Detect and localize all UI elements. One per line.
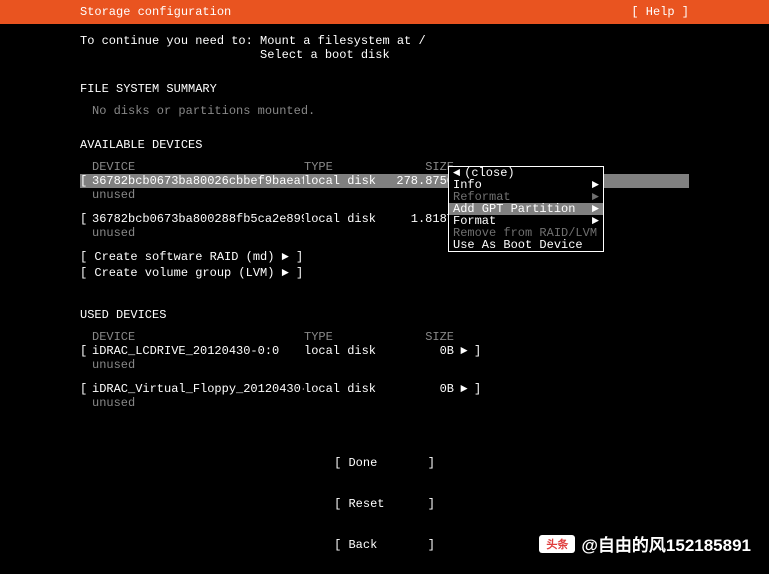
header-bar: Storage configuration [ Help ] [0, 0, 769, 24]
instruction-line-2: Select a boot disk [80, 48, 689, 62]
device-size: 278.875G [394, 174, 454, 188]
used-device-row[interactable]: [ iDRAC_Virtual_Floppy_20120430-0:1 loca… [80, 382, 689, 396]
device-name: 36782bcb0673ba80026cbbef9baeaf2b8 [92, 174, 304, 188]
expand-icon[interactable]: ► [454, 344, 474, 358]
device-type: local disk [304, 344, 394, 358]
popup-item-use-as-boot-device[interactable]: Use As Boot Device [449, 239, 603, 251]
device-size: 0B [394, 382, 454, 396]
col-size: SIZE [394, 160, 454, 174]
instruction-line-1: To continue you need to: Mount a filesys… [80, 34, 689, 48]
watermark-text: @自由的风152185891 [581, 531, 751, 556]
bracket-close: ] [474, 344, 486, 358]
col-type: TYPE [304, 330, 394, 344]
device-name: iDRAC_Virtual_Floppy_20120430-0:1 [92, 382, 304, 396]
col-device: DEVICE [92, 330, 304, 344]
bracket-open: [ [80, 344, 92, 358]
used-title: USED DEVICES [80, 308, 689, 322]
main-content: To continue you need to: Mount a filesys… [0, 24, 769, 410]
create-raid-button[interactable]: [ Create software RAID (md) ► ] [80, 250, 689, 264]
fss-title: FILE SYSTEM SUMMARY [80, 82, 689, 96]
create-lvm-button[interactable]: [ Create volume group (LVM) ► ] [80, 266, 689, 280]
device-status: unused [92, 358, 689, 372]
page-title: Storage configuration [80, 5, 231, 19]
bracket-open: [ [80, 174, 92, 188]
watermark: 头条 @自由的风152185891 [539, 531, 751, 556]
done-button[interactable]: [ Done ] [0, 457, 769, 470]
col-device: DEVICE [92, 160, 304, 174]
available-title: AVAILABLE DEVICES [80, 138, 689, 152]
help-button[interactable]: [ Help ] [631, 5, 689, 19]
device-size: 1.818T [394, 212, 454, 226]
device-name: 36782bcb0673ba800288fb5ca2e89992f [92, 212, 304, 226]
bracket-open: [ [80, 212, 92, 226]
device-context-menu: ◄ (close) Info►Reformat►Add GPT Partitio… [448, 166, 604, 252]
watermark-logo: 头条 [539, 535, 575, 553]
col-size: SIZE [394, 330, 454, 344]
bracket-close: ] [474, 382, 486, 396]
col-type: TYPE [304, 160, 394, 174]
device-type: local disk [304, 174, 394, 188]
used-columns: DEVICE TYPE SIZE [92, 330, 689, 344]
popup-item-label: Use As Boot Device [453, 239, 583, 251]
device-name: iDRAC_LCDRIVE_20120430-0:0 [92, 344, 304, 358]
device-type: local disk [304, 212, 394, 226]
used-device-row[interactable]: [ iDRAC_LCDRIVE_20120430-0:0 local disk … [80, 344, 689, 358]
device-status: unused [92, 396, 689, 410]
device-type: local disk [304, 382, 394, 396]
device-size: 0B [394, 344, 454, 358]
fss-empty: No disks or partitions mounted. [92, 104, 689, 118]
bracket-open: [ [80, 382, 92, 396]
reset-button[interactable]: [ Reset ] [0, 498, 769, 511]
expand-icon[interactable]: ► [454, 382, 474, 396]
